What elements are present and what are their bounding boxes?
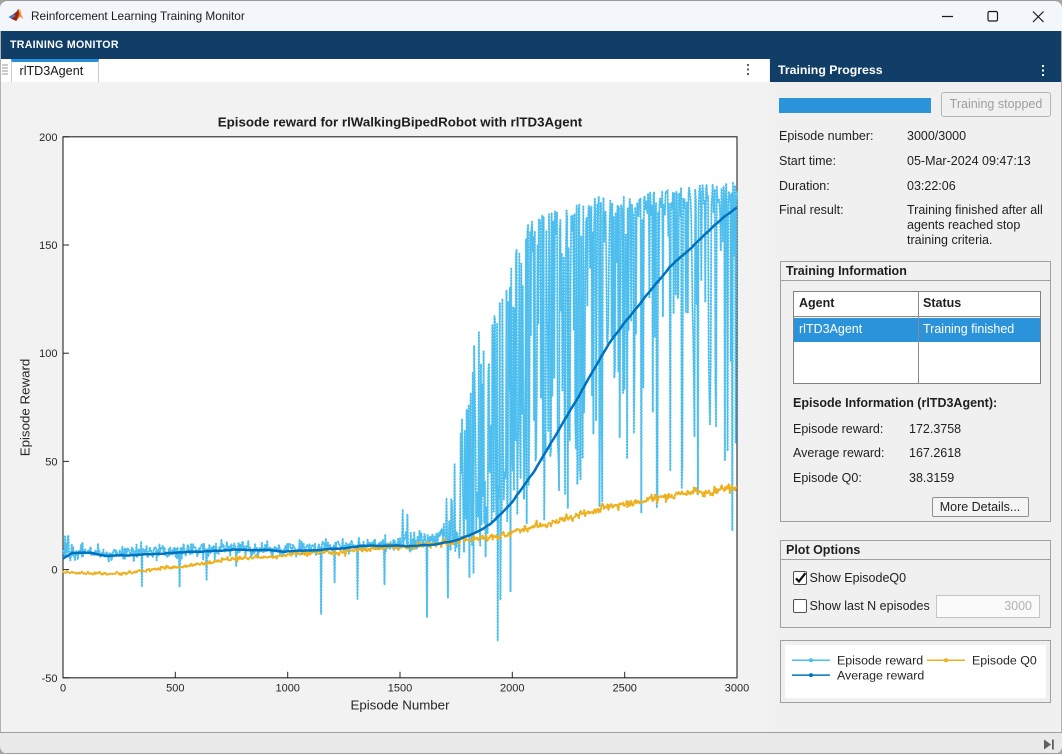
svg-text:3000: 3000 bbox=[725, 682, 749, 694]
svg-text:2500: 2500 bbox=[612, 682, 636, 694]
svg-text:0: 0 bbox=[60, 682, 66, 694]
svg-text:-50: -50 bbox=[42, 672, 58, 684]
svg-text:200: 200 bbox=[39, 131, 57, 143]
svg-text:Episode reward: Episode reward bbox=[837, 653, 923, 667]
svg-text:50: 50 bbox=[45, 456, 57, 468]
svg-text:Episode Reward: Episode Reward bbox=[18, 358, 33, 456]
svg-text:Episode Number: Episode Number bbox=[350, 697, 450, 712]
svg-text:2000: 2000 bbox=[500, 682, 524, 694]
svg-text:150: 150 bbox=[39, 240, 57, 252]
svg-text:100: 100 bbox=[39, 348, 57, 360]
svg-text:0: 0 bbox=[51, 564, 57, 576]
svg-text:Episode Q0: Episode Q0 bbox=[972, 653, 1037, 667]
svg-text:Episode reward for rlWalkingBi: Episode reward for rlWalkingBipedRobot w… bbox=[218, 114, 583, 129]
svg-text:1000: 1000 bbox=[275, 682, 299, 694]
svg-text:Average reward: Average reward bbox=[837, 668, 924, 682]
svg-text:1500: 1500 bbox=[388, 682, 412, 694]
svg-text:500: 500 bbox=[166, 682, 184, 694]
